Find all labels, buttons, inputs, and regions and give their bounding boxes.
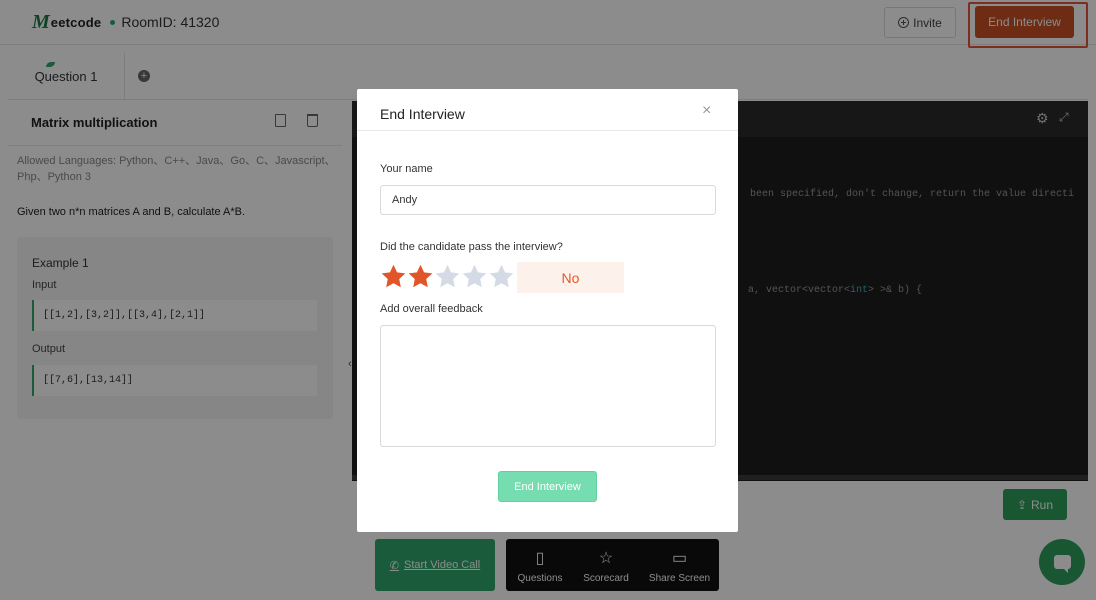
divider xyxy=(357,130,738,131)
rating-star-icon[interactable] xyxy=(407,263,434,290)
rating-star-icon[interactable] xyxy=(488,263,515,290)
rating-stars[interactable] xyxy=(380,263,515,290)
pass-result-badge: No xyxy=(517,262,624,293)
end-interview-dialog: End Interview × Your name Did the candid… xyxy=(357,89,738,532)
dialog-title: End Interview xyxy=(380,106,465,122)
rating-star-icon[interactable] xyxy=(461,263,488,290)
feedback-textarea[interactable] xyxy=(380,325,716,447)
close-icon[interactable]: × xyxy=(702,102,711,120)
feedback-label: Add overall feedback xyxy=(380,303,483,315)
pass-question: Did the candidate pass the interview? xyxy=(380,241,563,253)
name-field[interactable] xyxy=(380,185,716,215)
rating-star-icon[interactable] xyxy=(434,263,461,290)
end-interview-submit-button[interactable]: End Interview xyxy=(498,471,597,502)
rating-star-icon[interactable] xyxy=(380,263,407,290)
name-label: Your name xyxy=(380,163,433,175)
